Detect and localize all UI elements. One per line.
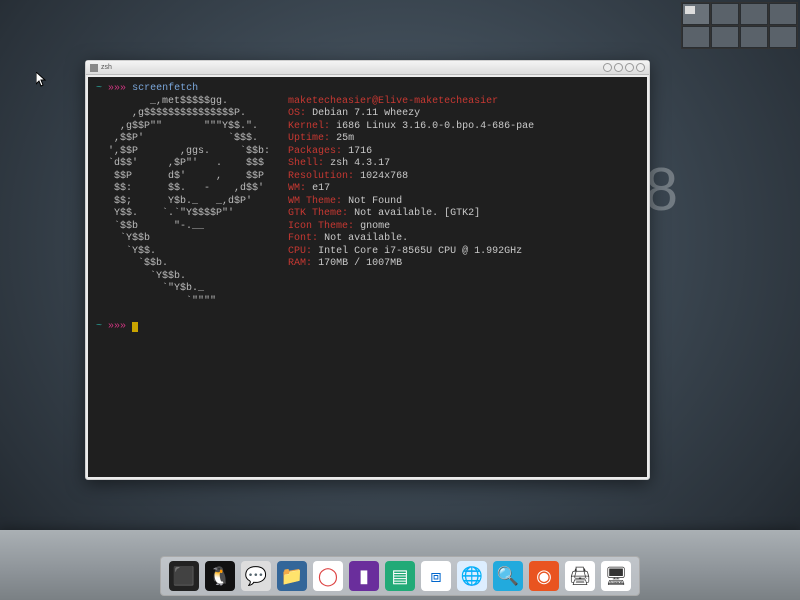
pager-cell[interactable]	[769, 26, 797, 48]
pager-cell[interactable]	[740, 3, 768, 25]
pager-cell[interactable]	[711, 26, 739, 48]
web-icon[interactable]: 🌐	[457, 561, 487, 591]
window-titlebar[interactable]: zsh	[86, 61, 649, 75]
pager-cell[interactable]	[711, 3, 739, 25]
chrome-icon[interactable]: ◯	[313, 561, 343, 591]
dock[interactable]: ⬛🐧💬📁◯▮▤⧈🌐🔍◉🖨🖥	[160, 556, 640, 596]
monitor-icon[interactable]: 🖥	[601, 561, 631, 591]
virtualbox-icon[interactable]: ⧈	[421, 561, 451, 591]
terminal-icon[interactable]: ⬛	[169, 561, 199, 591]
ubuntu-icon[interactable]: ◉	[529, 561, 559, 591]
pager-cell[interactable]	[682, 26, 710, 48]
window-minimize-button[interactable]	[603, 63, 612, 72]
files-icon[interactable]: 📁	[277, 561, 307, 591]
mouse-cursor-icon	[36, 72, 48, 88]
search-icon[interactable]: 🔍	[493, 561, 523, 591]
window-app-icon	[90, 64, 98, 72]
workspace-pager[interactable]	[681, 2, 798, 49]
pager-cell[interactable]	[682, 3, 710, 25]
pager-cell[interactable]	[769, 3, 797, 25]
chat-icon[interactable]: 💬	[241, 561, 271, 591]
window-maximize-button[interactable]	[614, 63, 623, 72]
window-close-button[interactable]	[625, 63, 634, 72]
media-icon[interactable]: ▮	[349, 561, 379, 591]
window-title: zsh	[101, 64, 112, 71]
pager-cell[interactable]	[740, 26, 768, 48]
printer-icon[interactable]: 🖨	[565, 561, 595, 591]
window-extra-button[interactable]	[636, 63, 645, 72]
editor-icon[interactable]: ▤	[385, 561, 415, 591]
terminal-window[interactable]: zsh ~ »»» screenfetch _,met$$$$$gg. make…	[85, 60, 650, 480]
terminal-body[interactable]: ~ »»» screenfetch _,met$$$$$gg. maketech…	[88, 77, 647, 477]
penguin-icon[interactable]: 🐧	[205, 561, 235, 591]
